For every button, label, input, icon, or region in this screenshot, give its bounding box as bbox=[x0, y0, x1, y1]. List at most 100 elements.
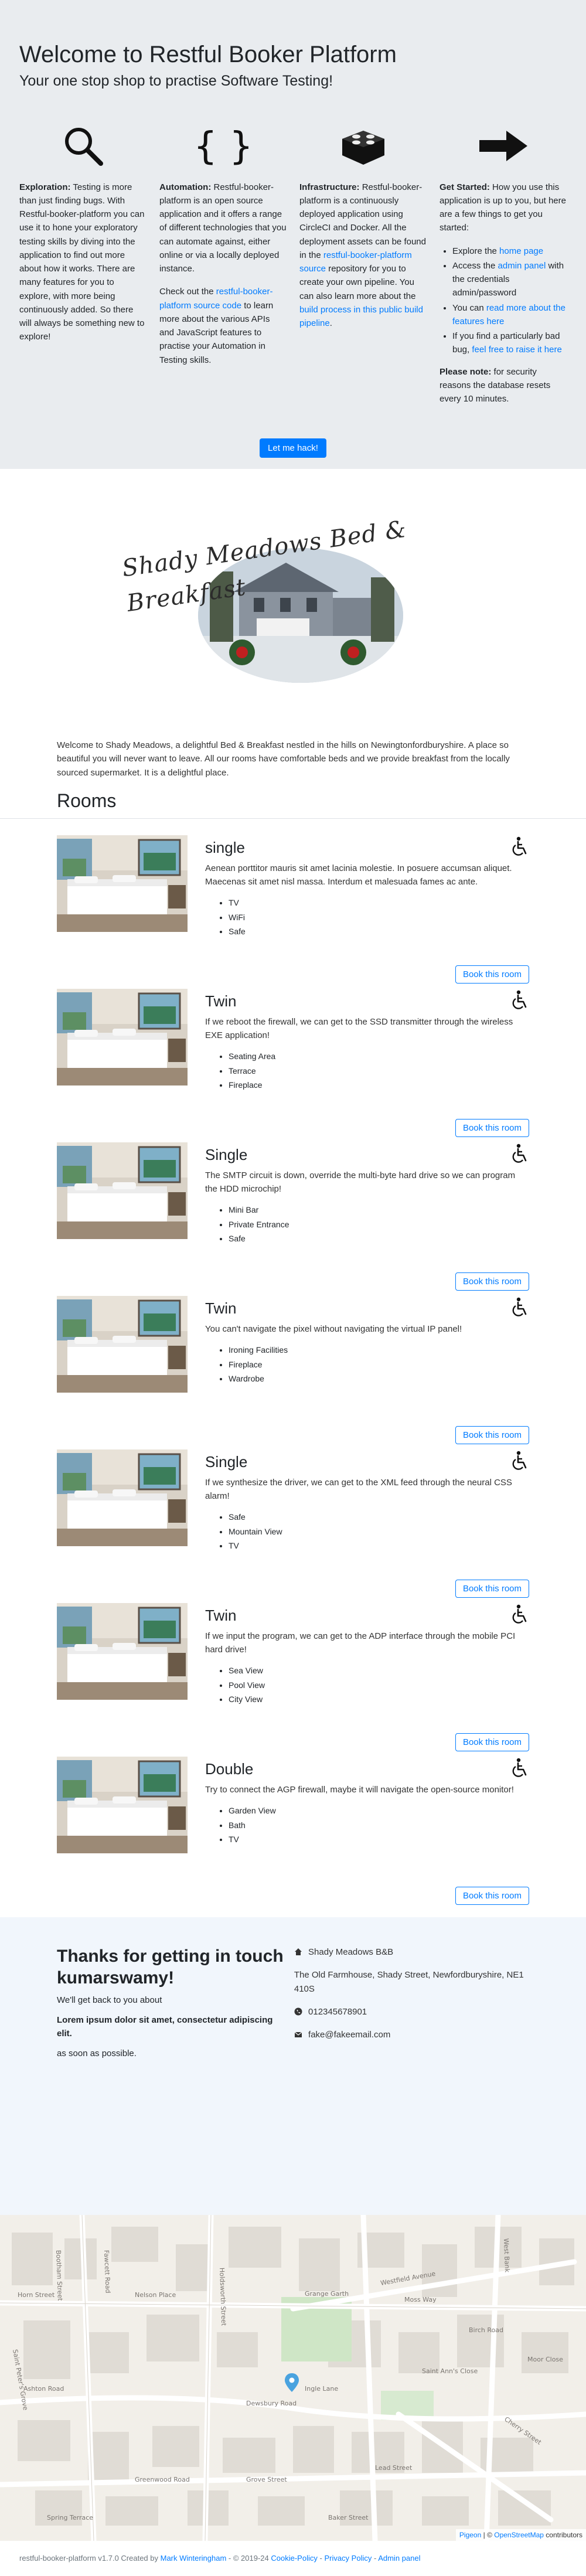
room-features: Seating AreaTerraceFireplace bbox=[229, 1049, 529, 1093]
author-link[interactable]: Mark Winteringham bbox=[161, 2554, 227, 2563]
admin-panel-link[interactable]: admin panel bbox=[498, 261, 546, 271]
room-feature: Fireplace bbox=[229, 1078, 529, 1093]
room-feature: Fireplace bbox=[229, 1357, 529, 1372]
page-subtitle: Your one stop shop to practise Software … bbox=[19, 73, 333, 89]
room-features: SafeMountain ViewTV bbox=[229, 1510, 529, 1553]
business-name: Shady Meadows B&B bbox=[308, 1947, 394, 1957]
room-feature: TV bbox=[229, 1539, 529, 1553]
room-card: Twin If we input the program, we can get… bbox=[0, 1602, 586, 1757]
room-feature: Mountain View bbox=[229, 1524, 529, 1539]
room-name: Twin bbox=[205, 992, 237, 1010]
room-image bbox=[57, 1756, 188, 1853]
map-street-label: Ingle Lane bbox=[305, 2385, 338, 2393]
get-started-column: Get Started: How you use this applicatio… bbox=[440, 114, 567, 416]
book-room-button[interactable]: Book this room bbox=[455, 1118, 529, 1137]
room-feature: WiFi bbox=[229, 910, 529, 925]
privacy-policy-link[interactable]: Privacy Policy bbox=[324, 2554, 372, 2563]
book-room-button[interactable]: Book this room bbox=[455, 1425, 529, 1444]
braces-icon: { } bbox=[159, 114, 287, 178]
map-tiles[interactable]: Saint Peter's Grove Fawcett Road Dewsbur… bbox=[0, 2214, 586, 2541]
room-image bbox=[57, 988, 188, 1085]
room-feature: Seating Area bbox=[229, 1049, 529, 1064]
wheelchair-icon bbox=[512, 1604, 527, 1624]
list-item: You can read more about the features her… bbox=[452, 301, 567, 329]
wheelchair-icon bbox=[512, 1758, 527, 1777]
room-feature: Ironing Facilities bbox=[229, 1343, 529, 1357]
room-feature: City View bbox=[229, 1692, 529, 1707]
business-address: The Old Farmhouse, Shady Street, Newford… bbox=[294, 1969, 524, 1995]
room-card: Double Try to connect the AGP firewall, … bbox=[0, 1756, 586, 1910]
home-page-link[interactable]: home page bbox=[499, 246, 543, 256]
room-features: Mini BarPrivate EntranceSafe bbox=[229, 1203, 529, 1246]
arrow-right-icon bbox=[440, 114, 567, 178]
room-feature: Safe bbox=[229, 1231, 529, 1246]
raise-bug-link[interactable]: feel free to raise it here bbox=[472, 345, 561, 355]
map-street-label: Dewsbury Road bbox=[246, 2400, 297, 2407]
room-feature: Terrace bbox=[229, 1064, 529, 1078]
wheelchair-icon bbox=[512, 990, 527, 1009]
hotel-description: Welcome to Shady Meadows, a delightful B… bbox=[57, 740, 510, 778]
let-me-hack-button[interactable]: Let me hack! bbox=[260, 438, 326, 458]
automation-column: { } Automation: Restful-booker-platform … bbox=[159, 114, 287, 416]
room-name: Double bbox=[205, 1760, 254, 1778]
book-room-button[interactable]: Book this room bbox=[455, 1733, 529, 1751]
divider bbox=[0, 818, 586, 819]
map-attribution: Pigeon | © OpenStreetMap contributors bbox=[455, 2529, 586, 2541]
room-name: Single bbox=[205, 1452, 248, 1471]
phone-icon bbox=[294, 2007, 302, 2016]
wheelchair-icon bbox=[512, 1451, 527, 1470]
cookie-policy-link[interactable]: Cookie-Policy bbox=[271, 2554, 317, 2563]
room-description: You can't navigate the pixel without nav… bbox=[205, 1323, 462, 1334]
build-pipeline-link[interactable]: build process in this public build pipel… bbox=[299, 305, 423, 328]
map-street-label: Birch Road bbox=[469, 2326, 503, 2334]
list-item: If you find a particularly bad bug, feel… bbox=[452, 329, 567, 357]
room-image bbox=[57, 1295, 188, 1393]
room-feature: TV bbox=[229, 896, 529, 910]
book-room-button[interactable]: Book this room bbox=[455, 1579, 529, 1598]
map-street-label: Greenwood Road bbox=[135, 2476, 190, 2483]
room-features: Garden ViewBathTV bbox=[229, 1803, 529, 1847]
room-description: If we synthesize the driver, we can get … bbox=[205, 1477, 512, 1502]
business-email: fake@fakeemail.com bbox=[308, 2029, 391, 2040]
room-description: If we input the program, we can get to t… bbox=[205, 1631, 516, 1655]
book-room-button[interactable]: Book this room bbox=[455, 1886, 529, 1905]
svg-text:{ }: { } bbox=[193, 125, 253, 167]
room-feature: Mini Bar bbox=[229, 1203, 529, 1217]
pigeon-link[interactable]: Pigeon bbox=[459, 2531, 481, 2539]
room-list: single Aenean porttitor mauris sit amet … bbox=[0, 835, 586, 1910]
room-feature: Safe bbox=[229, 1510, 529, 1524]
room-feature: Pool View bbox=[229, 1678, 529, 1693]
room-image bbox=[57, 1602, 188, 1700]
room-name: single bbox=[205, 838, 245, 856]
contact-subject: Lorem ipsum dolor sit amet, consectetur … bbox=[57, 2015, 273, 2039]
room-name: Twin bbox=[205, 1606, 237, 1624]
location-map[interactable]: Saint Peter's Grove Fawcett Road Dewsbur… bbox=[0, 2214, 586, 2541]
admin-panel-footer-link[interactable]: Admin panel bbox=[378, 2554, 420, 2563]
room-description: If we reboot the firewall, we can get to… bbox=[205, 1016, 513, 1041]
map-street-label: Lead Street bbox=[375, 2464, 413, 2472]
room-image bbox=[57, 1142, 188, 1239]
room-feature: TV bbox=[229, 1832, 529, 1847]
book-room-button[interactable]: Book this room bbox=[455, 1272, 529, 1291]
room-card: Twin If we reboot the firewall, we can g… bbox=[0, 988, 586, 1142]
room-feature: Wardrobe bbox=[229, 1372, 529, 1386]
wheelchair-icon bbox=[512, 1297, 527, 1316]
room-image bbox=[57, 1449, 188, 1546]
room-features: Sea ViewPool ViewCity View bbox=[229, 1663, 529, 1707]
book-room-button[interactable]: Book this room bbox=[455, 965, 529, 984]
map-street-label: Saint Ann's Close bbox=[422, 2367, 478, 2375]
business-phone: 012345678901 bbox=[308, 2007, 367, 2017]
room-card: single Aenean porttitor mauris sit amet … bbox=[0, 835, 586, 989]
contact-confirmation-line: as soon as possible. bbox=[57, 2048, 137, 2059]
room-image bbox=[57, 835, 188, 932]
wheelchair-icon bbox=[512, 836, 527, 856]
room-card: Twin You can't navigate the pixel withou… bbox=[0, 1295, 586, 1449]
map-street-label: Grove Street bbox=[246, 2476, 287, 2483]
contact-section: Thanks for getting in touch kumarswamy! … bbox=[0, 1917, 586, 2215]
contact-details: Shady Meadows B&B The Old Farmhouse, Sha… bbox=[286, 1945, 529, 2215]
wheelchair-icon bbox=[512, 1144, 527, 1163]
envelope-icon bbox=[294, 2031, 302, 2037]
map-street-label: Horn Street bbox=[18, 2291, 55, 2299]
openstreetmap-link[interactable]: OpenStreetMap bbox=[494, 2531, 544, 2539]
search-icon bbox=[19, 114, 146, 178]
